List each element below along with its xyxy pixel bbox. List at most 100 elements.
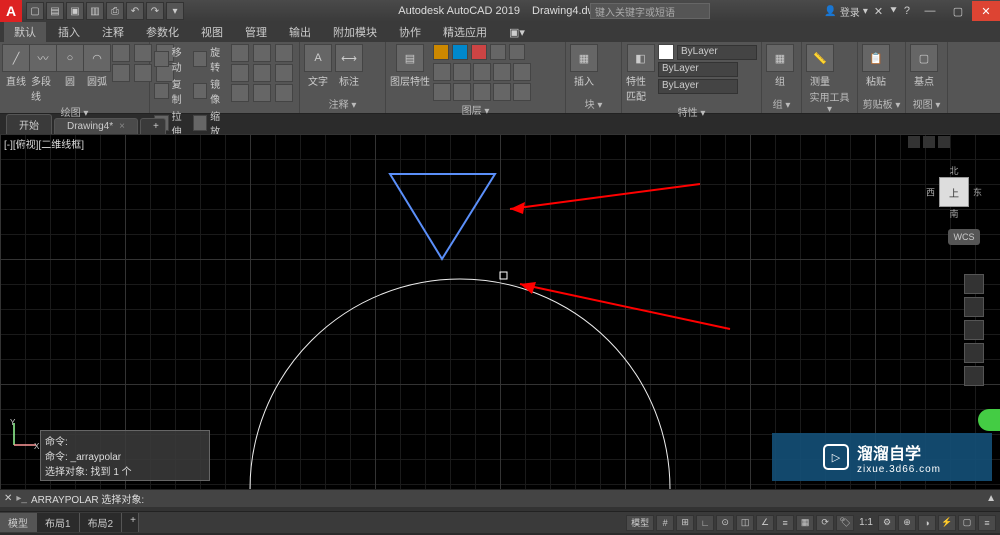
viewcube-top-face[interactable]: 上	[939, 177, 969, 207]
qat-new-icon[interactable]: ▢	[26, 2, 44, 20]
transparency-toggle-icon[interactable]: ▦	[796, 515, 814, 531]
tab-addins[interactable]: 附加模块	[323, 22, 387, 42]
nav-showmotion-icon[interactable]	[964, 366, 984, 386]
new-tab-button[interactable]: +	[140, 118, 166, 134]
circle-shape[interactable]	[250, 279, 670, 489]
panel-clip-title[interactable]: 剪贴板 ▾	[862, 95, 901, 111]
arc-button[interactable]: ◠圆弧	[85, 44, 109, 88]
drawing-area[interactable]: [-][俯视][二维线框] 北 南 东 西 上 WCS	[0, 134, 1000, 489]
customize-status-icon[interactable]: ≡	[978, 515, 996, 531]
panel-view-title[interactable]: 视图 ▾	[910, 95, 943, 111]
help-bubble-icon[interactable]	[978, 409, 1000, 431]
exchange-icon[interactable]: ✕	[874, 5, 883, 18]
tab-annotate[interactable]: 注释	[92, 22, 134, 42]
scale-label[interactable]: 1:1	[856, 517, 876, 528]
close-tab-icon[interactable]: ×	[119, 121, 125, 132]
qat-print-icon[interactable]: ⎙	[106, 2, 124, 20]
wcs-badge[interactable]: WCS	[948, 229, 980, 245]
model-tab[interactable]: 模型	[0, 513, 37, 532]
tab-view[interactable]: 视图	[191, 22, 233, 42]
nav-wheel-icon[interactable]	[964, 274, 984, 294]
measure-button[interactable]: 📏测量	[806, 44, 834, 88]
panel-annot-title[interactable]: 注释 ▾	[304, 95, 381, 111]
panel-block-title[interactable]: 块 ▾	[570, 95, 617, 111]
cmd-expand-icon[interactable]: ▲	[986, 493, 996, 504]
color-swatch-icon[interactable]	[658, 44, 674, 60]
osnap-toggle-icon[interactable]: ◫	[736, 515, 754, 531]
text-button[interactable]: A文字	[304, 44, 332, 88]
cmd-chevron-icon[interactable]: ▸_	[16, 493, 27, 504]
base-button[interactable]: ▢基点	[910, 44, 938, 88]
match-props-button[interactable]: ◧特性匹配	[626, 44, 655, 103]
sign-in-button[interactable]: 👤 登录 ▾	[824, 4, 867, 19]
tab-collab[interactable]: 协作	[389, 22, 431, 42]
modify-flyout-grid[interactable]	[231, 44, 295, 102]
annoscale-icon[interactable]: 🏷	[836, 515, 854, 531]
isolate-icon[interactable]: ◑	[918, 515, 936, 531]
rotate-button[interactable]: 旋转	[193, 44, 229, 74]
tab-manage[interactable]: 管理	[235, 22, 277, 42]
polyline-button[interactable]: 〰多段线	[31, 44, 55, 103]
qat-undo-icon[interactable]: ↶	[126, 2, 144, 20]
panel-layer-title[interactable]: 图层 ▾	[390, 101, 561, 117]
tab-overflow-icon[interactable]: ▣▾	[499, 24, 535, 41]
qat-more-icon[interactable]: ▾	[166, 2, 184, 20]
qat-open-icon[interactable]: ▤	[46, 2, 64, 20]
help-dropdown-icon[interactable]: ⯆	[889, 5, 898, 18]
maximize-button[interactable]: ▢	[944, 1, 972, 21]
annotation-monitor-icon[interactable]: ⊕	[898, 515, 916, 531]
layer-state-row[interactable]	[433, 44, 531, 60]
otrack-toggle-icon[interactable]: ∠	[756, 515, 774, 531]
group-button[interactable]: ▦组	[766, 44, 794, 88]
ortho-toggle-icon[interactable]: ∟	[696, 515, 714, 531]
panel-group-title[interactable]: 组 ▾	[766, 95, 797, 111]
layer-tools-grid[interactable]	[433, 63, 531, 101]
paste-button[interactable]: 📋粘贴	[862, 44, 890, 88]
insert-block-button[interactable]: ▦插入	[570, 44, 598, 88]
move-button[interactable]: 移动	[154, 44, 190, 74]
grid-toggle-icon[interactable]: #	[656, 515, 674, 531]
layout2-tab[interactable]: 布局2	[80, 513, 123, 532]
triangle-shape[interactable]	[390, 174, 495, 259]
modelspace-toggle[interactable]: 模型	[626, 515, 654, 531]
help-search-input[interactable]: 键入关键字或短语	[590, 3, 710, 19]
tab-output[interactable]: 输出	[279, 22, 321, 42]
cmd-handle-icon[interactable]: ✕	[4, 493, 12, 504]
command-line[interactable]: ✕ ▸_ ARRAYPOLAR 选择对象: ▲	[0, 489, 1000, 507]
circle-button[interactable]: ○圆	[58, 44, 82, 88]
qat-redo-icon[interactable]: ↷	[146, 2, 164, 20]
add-layout-button[interactable]: +	[122, 513, 139, 532]
tab-default[interactable]: 默认	[4, 22, 46, 42]
start-tab[interactable]: 开始	[6, 114, 52, 134]
copy-button[interactable]: 复制	[154, 76, 190, 106]
line-button[interactable]: ╱直线	[4, 44, 28, 88]
hardware-accel-icon[interactable]: ⚡	[938, 515, 956, 531]
qat-save-icon[interactable]: ▣	[66, 2, 84, 20]
help-icon[interactable]: ?	[904, 5, 910, 17]
nav-orbit-icon[interactable]	[964, 343, 984, 363]
qat-saveas-icon[interactable]: ▥	[86, 2, 104, 20]
tab-featured[interactable]: 精选应用	[433, 22, 497, 42]
dimension-button[interactable]: ⟷标注	[335, 44, 363, 88]
nav-pan-icon[interactable]	[964, 297, 984, 317]
cycling-toggle-icon[interactable]: ⟳	[816, 515, 834, 531]
panel-util-title[interactable]: 实用工具 ▾	[806, 88, 853, 115]
minimize-button[interactable]: —	[916, 1, 944, 21]
snap-toggle-icon[interactable]: ⊞	[676, 515, 694, 531]
workspace-switch-icon[interactable]: ⚙	[878, 515, 896, 531]
ucs-icon[interactable]: Y X	[10, 419, 40, 449]
lineweight-toggle-icon[interactable]: ≡	[776, 515, 794, 531]
app-logo[interactable]: A	[0, 0, 22, 22]
viewcube[interactable]: 北 南 东 西 上	[926, 164, 982, 220]
linetype-combo[interactable]: ByLayer	[658, 79, 738, 94]
color-combo[interactable]: ByLayer	[677, 45, 757, 60]
tab-insert[interactable]: 插入	[48, 22, 90, 42]
nav-zoom-icon[interactable]	[964, 320, 984, 340]
tab-parametric[interactable]: 参数化	[136, 22, 189, 42]
layout1-tab[interactable]: 布局1	[37, 513, 80, 532]
layer-props-button[interactable]: ▤图层特性	[390, 44, 430, 88]
cleanscreen-icon[interactable]: ▢	[958, 515, 976, 531]
close-button[interactable]: ✕	[972, 1, 1000, 21]
command-input[interactable]	[148, 493, 982, 504]
panel-props-title[interactable]: 特性 ▾	[626, 103, 757, 119]
